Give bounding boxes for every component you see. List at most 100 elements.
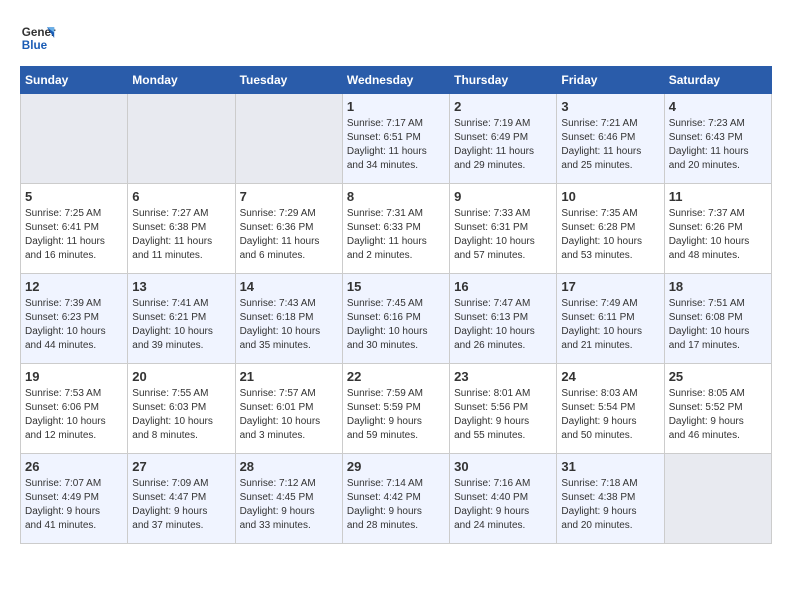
day-cell: 11 Sunrise: 7:37 AM Sunset: 6:26 PM Dayli… bbox=[664, 184, 771, 274]
day-cell bbox=[21, 94, 128, 184]
week-row-5: 26 Sunrise: 7:07 AM Sunset: 4:49 PM Dayli… bbox=[21, 454, 772, 544]
day-cell: 18 Sunrise: 7:51 AM Sunset: 6:08 PM Dayli… bbox=[664, 274, 771, 364]
day-cell: 16 Sunrise: 7:47 AM Sunset: 6:13 PM Dayli… bbox=[450, 274, 557, 364]
day-number: 22 bbox=[347, 369, 445, 384]
calendar-body: 1 Sunrise: 7:17 AM Sunset: 6:51 PM Daylig… bbox=[21, 94, 772, 544]
day-number: 24 bbox=[561, 369, 659, 384]
day-cell bbox=[664, 454, 771, 544]
day-info: Sunrise: 7:19 AM Sunset: 6:49 PM Dayligh… bbox=[454, 117, 552, 173]
day-number: 26 bbox=[25, 459, 123, 474]
day-cell: 21 Sunrise: 7:57 AM Sunset: 6:01 PM Dayli… bbox=[235, 364, 342, 454]
day-number: 8 bbox=[347, 189, 445, 204]
day-number: 4 bbox=[669, 99, 767, 114]
day-number: 23 bbox=[454, 369, 552, 384]
day-info: Sunrise: 7:53 AM Sunset: 6:06 PM Dayligh… bbox=[25, 387, 123, 443]
day-info: Sunrise: 7:31 AM Sunset: 6:33 PM Dayligh… bbox=[347, 207, 445, 263]
day-info: Sunrise: 7:18 AM Sunset: 4:38 PM Dayligh… bbox=[561, 477, 659, 533]
day-info: Sunrise: 8:03 AM Sunset: 5:54 PM Dayligh… bbox=[561, 387, 659, 443]
day-number: 17 bbox=[561, 279, 659, 294]
day-cell: 24 Sunrise: 8:03 AM Sunset: 5:54 PM Dayli… bbox=[557, 364, 664, 454]
day-number: 3 bbox=[561, 99, 659, 114]
day-cell: 12Sunrise: 7:39 AM Sunset: 6:23 PM Dayli… bbox=[21, 274, 128, 364]
svg-text:Blue: Blue bbox=[22, 39, 48, 52]
header-cell-saturday: Saturday bbox=[664, 67, 771, 94]
header-cell-wednesday: Wednesday bbox=[342, 67, 449, 94]
day-info: Sunrise: 7:55 AM Sunset: 6:03 PM Dayligh… bbox=[132, 387, 230, 443]
calendar-header: SundayMondayTuesdayWednesdayThursdayFrid… bbox=[21, 67, 772, 94]
day-number: 31 bbox=[561, 459, 659, 474]
day-number: 6 bbox=[132, 189, 230, 204]
day-info: Sunrise: 8:05 AM Sunset: 5:52 PM Dayligh… bbox=[669, 387, 767, 443]
day-number: 29 bbox=[347, 459, 445, 474]
day-cell: 6 Sunrise: 7:27 AM Sunset: 6:38 PM Daylig… bbox=[128, 184, 235, 274]
header-cell-thursday: Thursday bbox=[450, 67, 557, 94]
day-info: Sunrise: 7:45 AM Sunset: 6:16 PM Dayligh… bbox=[347, 297, 445, 353]
day-cell: 10 Sunrise: 7:35 AM Sunset: 6:28 PM Dayli… bbox=[557, 184, 664, 274]
header-cell-monday: Monday bbox=[128, 67, 235, 94]
day-number: 11 bbox=[669, 189, 767, 204]
day-info: Sunrise: 7:51 AM Sunset: 6:08 PM Dayligh… bbox=[669, 297, 767, 353]
header-cell-tuesday: Tuesday bbox=[235, 67, 342, 94]
day-info: Sunrise: 7:27 AM Sunset: 6:38 PM Dayligh… bbox=[132, 207, 230, 263]
day-cell: 29 Sunrise: 7:14 AM Sunset: 4:42 PM Dayli… bbox=[342, 454, 449, 544]
day-number: 5 bbox=[25, 189, 123, 204]
day-info: Sunrise: 7:14 AM Sunset: 4:42 PM Dayligh… bbox=[347, 477, 445, 533]
day-number: 30 bbox=[454, 459, 552, 474]
day-number: 13 bbox=[132, 279, 230, 294]
day-cell: 13Sunrise: 7:41 AM Sunset: 6:21 PM Dayli… bbox=[128, 274, 235, 364]
day-cell: 3Sunrise: 7:21 AM Sunset: 6:46 PM Daylig… bbox=[557, 94, 664, 184]
day-number: 21 bbox=[240, 369, 338, 384]
day-cell: 14 Sunrise: 7:43 AM Sunset: 6:18 PM Dayli… bbox=[235, 274, 342, 364]
day-cell: 22Sunrise: 7:59 AM Sunset: 5:59 PM Dayli… bbox=[342, 364, 449, 454]
day-number: 2 bbox=[454, 99, 552, 114]
day-number: 1 bbox=[347, 99, 445, 114]
day-cell: 19 Sunrise: 7:53 AM Sunset: 6:06 PM Dayli… bbox=[21, 364, 128, 454]
page-header: General Blue bbox=[20, 20, 772, 56]
day-cell: 4 Sunrise: 7:23 AM Sunset: 6:43 PM Daylig… bbox=[664, 94, 771, 184]
day-cell: 7 Sunrise: 7:29 AM Sunset: 6:36 PM Daylig… bbox=[235, 184, 342, 274]
day-number: 18 bbox=[669, 279, 767, 294]
day-cell: 9Sunrise: 7:33 AM Sunset: 6:31 PM Daylig… bbox=[450, 184, 557, 274]
day-info: Sunrise: 7:57 AM Sunset: 6:01 PM Dayligh… bbox=[240, 387, 338, 443]
day-info: Sunrise: 7:29 AM Sunset: 6:36 PM Dayligh… bbox=[240, 207, 338, 263]
day-number: 27 bbox=[132, 459, 230, 474]
day-info: Sunrise: 7:25 AM Sunset: 6:41 PM Dayligh… bbox=[25, 207, 123, 263]
day-info: Sunrise: 7:23 AM Sunset: 6:43 PM Dayligh… bbox=[669, 117, 767, 173]
header-row: SundayMondayTuesdayWednesdayThursdayFrid… bbox=[21, 67, 772, 94]
day-info: Sunrise: 7:16 AM Sunset: 4:40 PM Dayligh… bbox=[454, 477, 552, 533]
day-cell: 2 Sunrise: 7:19 AM Sunset: 6:49 PM Daylig… bbox=[450, 94, 557, 184]
logo: General Blue bbox=[20, 20, 56, 56]
header-cell-sunday: Sunday bbox=[21, 67, 128, 94]
day-number: 28 bbox=[240, 459, 338, 474]
day-number: 16 bbox=[454, 279, 552, 294]
day-info: Sunrise: 7:37 AM Sunset: 6:26 PM Dayligh… bbox=[669, 207, 767, 263]
day-cell: 8 Sunrise: 7:31 AM Sunset: 6:33 PM Daylig… bbox=[342, 184, 449, 274]
day-number: 12 bbox=[25, 279, 123, 294]
week-row-4: 19 Sunrise: 7:53 AM Sunset: 6:06 PM Dayli… bbox=[21, 364, 772, 454]
day-number: 7 bbox=[240, 189, 338, 204]
day-info: Sunrise: 7:33 AM Sunset: 6:31 PM Dayligh… bbox=[454, 207, 552, 263]
day-cell: 31 Sunrise: 7:18 AM Sunset: 4:38 PM Dayli… bbox=[557, 454, 664, 544]
day-number: 19 bbox=[25, 369, 123, 384]
day-cell: 1 Sunrise: 7:17 AM Sunset: 6:51 PM Daylig… bbox=[342, 94, 449, 184]
day-number: 14 bbox=[240, 279, 338, 294]
day-number: 10 bbox=[561, 189, 659, 204]
day-info: Sunrise: 7:07 AM Sunset: 4:49 PM Dayligh… bbox=[25, 477, 123, 533]
day-info: Sunrise: 7:43 AM Sunset: 6:18 PM Dayligh… bbox=[240, 297, 338, 353]
day-info: Sunrise: 7:17 AM Sunset: 6:51 PM Dayligh… bbox=[347, 117, 445, 173]
day-cell: 15Sunrise: 7:45 AM Sunset: 6:16 PM Dayli… bbox=[342, 274, 449, 364]
day-info: Sunrise: 7:47 AM Sunset: 6:13 PM Dayligh… bbox=[454, 297, 552, 353]
day-cell bbox=[128, 94, 235, 184]
day-cell: 25 Sunrise: 8:05 AM Sunset: 5:52 PM Dayli… bbox=[664, 364, 771, 454]
calendar-table: SundayMondayTuesdayWednesdayThursdayFrid… bbox=[20, 66, 772, 544]
day-info: Sunrise: 7:12 AM Sunset: 4:45 PM Dayligh… bbox=[240, 477, 338, 533]
day-cell: 30 Sunrise: 7:16 AM Sunset: 4:40 PM Dayli… bbox=[450, 454, 557, 544]
day-cell: 20Sunrise: 7:55 AM Sunset: 6:03 PM Dayli… bbox=[128, 364, 235, 454]
day-info: Sunrise: 7:09 AM Sunset: 4:47 PM Dayligh… bbox=[132, 477, 230, 533]
day-cell: 23Sunrise: 8:01 AM Sunset: 5:56 PM Dayli… bbox=[450, 364, 557, 454]
week-row-2: 5 Sunrise: 7:25 AM Sunset: 6:41 PM Daylig… bbox=[21, 184, 772, 274]
day-number: 25 bbox=[669, 369, 767, 384]
day-info: Sunrise: 7:35 AM Sunset: 6:28 PM Dayligh… bbox=[561, 207, 659, 263]
day-cell bbox=[235, 94, 342, 184]
logo-icon: General Blue bbox=[20, 20, 56, 56]
